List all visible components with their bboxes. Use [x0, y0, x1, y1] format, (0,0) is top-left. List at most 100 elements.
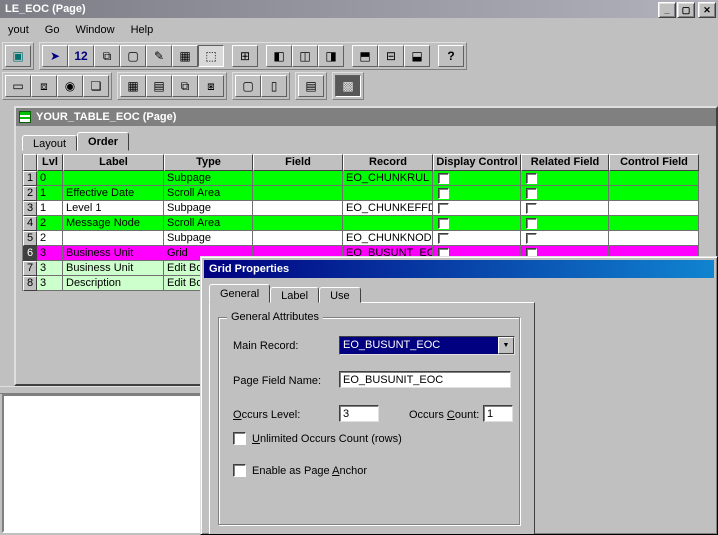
align-center-button[interactable]: ◫	[292, 45, 318, 67]
grid-cell-type[interactable]: Subpage	[164, 171, 253, 186]
page-anchor-checkbox[interactable]	[233, 464, 246, 477]
insert-group-box-button[interactable]: ⧈	[31, 75, 57, 97]
related-field-checkbox[interactable]	[526, 232, 537, 244]
grid-cell-field[interactable]	[253, 186, 343, 201]
insert-image-control-button[interactable]: ▩	[335, 75, 361, 97]
display-control-checkbox[interactable]	[438, 172, 449, 184]
grid-cell-type[interactable]: Subpage	[164, 201, 253, 216]
insert-subpage-button[interactable]: ⧉	[172, 75, 198, 97]
insert-edit-box-button[interactable]: ▯	[261, 75, 287, 97]
default-ordering-button[interactable]: ⊞	[232, 45, 258, 67]
grid-cell-control-field[interactable]	[609, 201, 699, 216]
grid-cell-control-field[interactable]	[609, 186, 699, 201]
insert-secondary-page-button[interactable]: ⧆	[198, 75, 224, 97]
grid-cell-display-control[interactable]	[433, 201, 521, 216]
menu-item-window[interactable]: Window	[67, 21, 122, 39]
row-selector[interactable]: 8	[23, 276, 37, 291]
grid-cell-control-field[interactable]	[609, 231, 699, 246]
grid-cell-related-field[interactable]	[521, 231, 609, 246]
grid-cell-display-control[interactable]	[433, 171, 521, 186]
occurs-count-input[interactable]	[483, 405, 513, 422]
grid-cell-lvl[interactable]: 1	[37, 201, 63, 216]
align-right-button[interactable]: ◨	[318, 45, 344, 67]
grid-cell-label[interactable]: Level 1	[63, 201, 164, 216]
row-selector[interactable]: 3	[23, 201, 37, 216]
row-selector[interactable]: 4	[23, 216, 37, 231]
tab-use[interactable]: Use	[319, 287, 361, 303]
grid-cell-record[interactable]	[343, 186, 433, 201]
insert-long-edit-button[interactable]: ▤	[298, 75, 324, 97]
grid-cell-label[interactable]	[63, 171, 164, 186]
new-page-button[interactable]: ▢	[120, 45, 146, 67]
grid-cell-field[interactable]	[253, 171, 343, 186]
select-pointer-button[interactable]: ➤	[42, 45, 68, 67]
occurs-level-input[interactable]	[339, 405, 379, 422]
align-bottom-button[interactable]: ⬓	[404, 45, 430, 67]
grid-cell-display-control[interactable]	[433, 231, 521, 246]
grid-cell-field[interactable]	[253, 216, 343, 231]
grid-cell-record[interactable]: EO_CHUNKRUL	[343, 171, 433, 186]
grid-cell-lvl[interactable]: 2	[37, 231, 63, 246]
minimize-button[interactable]: _	[658, 2, 676, 18]
display-control-checkbox[interactable]	[438, 232, 449, 244]
grid-cell-related-field[interactable]	[521, 186, 609, 201]
grid-cell-label[interactable]: Business Unit	[63, 246, 164, 261]
grid-cell-related-field[interactable]	[521, 201, 609, 216]
help-button[interactable]: ?	[438, 45, 464, 67]
row-selector[interactable]: 6	[23, 246, 37, 261]
grid-cell-type[interactable]: Subpage	[164, 231, 253, 246]
insert-static-image-button[interactable]: ❏	[83, 75, 109, 97]
tab-label[interactable]: Label	[270, 287, 320, 303]
grid-cell-label[interactable]: Description	[63, 276, 164, 291]
show-grid-button[interactable]: ▦	[172, 45, 198, 67]
grid-cell-record[interactable]: EO_CHUNKEFFD	[343, 201, 433, 216]
align-left-button[interactable]: ◧	[266, 45, 292, 67]
menu-item-help[interactable]: Help	[123, 21, 162, 39]
insert-push-button[interactable]: ▢	[235, 75, 261, 97]
related-field-checkbox[interactable]	[526, 187, 537, 199]
grid-cell-field[interactable]	[253, 201, 343, 216]
grid-cell-lvl[interactable]: 0	[37, 171, 63, 186]
grid-cell-display-control[interactable]	[433, 216, 521, 231]
insert-scroll-area-button[interactable]: ▤	[146, 75, 172, 97]
snap-to-grid-button[interactable]: ⬚	[198, 45, 224, 67]
grid-cell-related-field[interactable]	[521, 216, 609, 231]
toolbox-button[interactable]: ▣	[5, 45, 31, 67]
row-selector[interactable]: 7	[23, 261, 37, 276]
tab-layout[interactable]: Layout	[22, 135, 78, 151]
menu-item-go[interactable]: Go	[37, 21, 68, 39]
grid-cell-record[interactable]: EO_CHUNKNOD	[343, 231, 433, 246]
dropdown-arrow-icon[interactable]: ▼	[498, 337, 514, 354]
related-field-checkbox[interactable]	[526, 217, 537, 229]
grid-cell-field[interactable]	[253, 231, 343, 246]
row-selector[interactable]: 2	[23, 186, 37, 201]
grid-cell-lvl[interactable]: 3	[37, 246, 63, 261]
tab-general[interactable]: General	[209, 284, 271, 303]
display-control-checkbox[interactable]	[438, 217, 449, 229]
grid-cell-control-field[interactable]	[609, 216, 699, 231]
display-control-checkbox[interactable]	[438, 187, 449, 199]
related-field-checkbox[interactable]	[526, 172, 537, 184]
align-middle-button[interactable]: ⊟	[378, 45, 404, 67]
grid-cell-lvl[interactable]: 3	[37, 261, 63, 276]
grid-cell-label[interactable]: Effective Date	[63, 186, 164, 201]
page-field-name-input[interactable]	[339, 371, 511, 388]
grid-cell-label[interactable]: Business Unit	[63, 261, 164, 276]
align-top-button[interactable]: ⬒	[352, 45, 378, 67]
grid-cell-type[interactable]: Scroll Area	[164, 186, 253, 201]
maximize-button[interactable]: ▢	[677, 2, 695, 18]
unlimited-occurs-checkbox[interactable]	[233, 432, 246, 445]
grid-cell-type[interactable]: Scroll Area	[164, 216, 253, 231]
grid-cell-record[interactable]	[343, 216, 433, 231]
menu-item-yout[interactable]: yout	[0, 21, 37, 39]
insert-frame-button[interactable]: ▭	[5, 75, 31, 97]
main-record-combo[interactable]: EO_BUSUNT_EOC ▼	[339, 336, 515, 355]
grid-cell-lvl[interactable]: 2	[37, 216, 63, 231]
grid-cell-related-field[interactable]	[521, 171, 609, 186]
row-selector[interactable]: 5	[23, 231, 37, 246]
tab-order-button[interactable]: 12	[68, 45, 94, 67]
row-selector[interactable]: 1	[23, 171, 37, 186]
grid-cell-lvl[interactable]: 1	[37, 186, 63, 201]
tab-order[interactable]: Order	[77, 132, 129, 151]
related-field-checkbox[interactable]	[526, 202, 537, 214]
